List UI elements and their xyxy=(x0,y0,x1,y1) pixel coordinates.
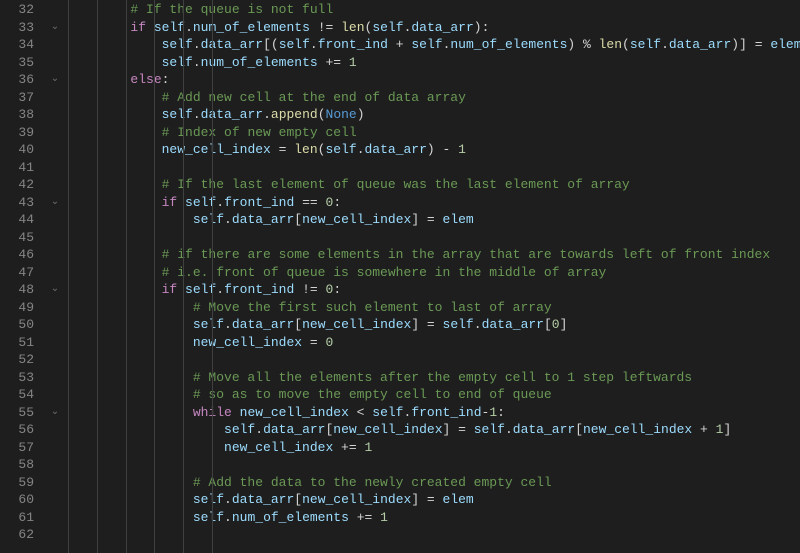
code-line[interactable]: # If the queue is not full xyxy=(68,1,800,19)
code-line[interactable]: new_cell_index = 0 xyxy=(68,334,800,352)
line-number: 59 xyxy=(0,474,34,492)
code-line[interactable]: if self.front_ind != 0: xyxy=(68,281,800,299)
fold-spacer xyxy=(48,176,62,194)
fold-spacer xyxy=(48,229,62,247)
code-line[interactable]: else: xyxy=(68,71,800,89)
code-line[interactable] xyxy=(68,526,800,544)
line-number: 52 xyxy=(0,351,34,369)
code-line[interactable]: self.data_arr[new_cell_index] = self.dat… xyxy=(68,421,800,439)
fold-spacer xyxy=(48,334,62,352)
fold-spacer xyxy=(48,141,62,159)
code-line[interactable]: # Add new cell at the end of data array xyxy=(68,89,800,107)
fold-spacer xyxy=(48,89,62,107)
line-number: 42 xyxy=(0,176,34,194)
code-line[interactable]: while new_cell_index < self.front_ind-1: xyxy=(68,404,800,422)
fold-spacer xyxy=(48,439,62,457)
code-line[interactable]: self.num_of_elements += 1 xyxy=(68,509,800,527)
code-line[interactable]: # i.e. front of queue is somewhere in th… xyxy=(68,264,800,282)
fold-spacer xyxy=(48,509,62,527)
code-area[interactable]: # If the queue is not full if self.num_o… xyxy=(62,0,800,553)
line-number: 60 xyxy=(0,491,34,509)
fold-spacer xyxy=(48,36,62,54)
fold-spacer xyxy=(48,474,62,492)
line-number: 51 xyxy=(0,334,34,352)
line-number: 56 xyxy=(0,421,34,439)
fold-toggle-icon[interactable]: ⌄ xyxy=(48,404,62,422)
fold-toggle-icon[interactable]: ⌄ xyxy=(48,194,62,212)
fold-toggle-icon[interactable]: ⌄ xyxy=(48,71,62,89)
code-line[interactable]: self.data_arr[new_cell_index] = elem xyxy=(68,491,800,509)
code-line[interactable] xyxy=(68,229,800,247)
line-number-gutter: 3233343536373839404142434445464748495051… xyxy=(0,0,48,553)
line-number: 38 xyxy=(0,106,34,124)
code-line[interactable]: # if there are some elements in the arra… xyxy=(68,246,800,264)
code-line[interactable]: # so as to move the empty cell to end of… xyxy=(68,386,800,404)
code-line[interactable]: new_cell_index = len(self.data_arr) - 1 xyxy=(68,141,800,159)
code-line[interactable]: self.data_arr.append(None) xyxy=(68,106,800,124)
fold-spacer xyxy=(48,526,62,544)
code-line[interactable]: self.num_of_elements += 1 xyxy=(68,54,800,72)
code-line[interactable]: self.data_arr[new_cell_index] = self.dat… xyxy=(68,316,800,334)
line-number: 62 xyxy=(0,526,34,544)
fold-spacer xyxy=(48,211,62,229)
fold-spacer xyxy=(48,386,62,404)
line-number: 57 xyxy=(0,439,34,457)
line-number: 53 xyxy=(0,369,34,387)
line-number: 44 xyxy=(0,211,34,229)
line-number: 46 xyxy=(0,246,34,264)
line-number: 40 xyxy=(0,141,34,159)
line-number: 58 xyxy=(0,456,34,474)
code-line[interactable]: # Add the data to the newly created empt… xyxy=(68,474,800,492)
fold-toggle-icon[interactable]: ⌄ xyxy=(48,281,62,299)
fold-spacer xyxy=(48,351,62,369)
code-line[interactable]: # Index of new empty cell xyxy=(68,124,800,142)
code-line[interactable]: if self.num_of_elements != len(self.data… xyxy=(68,19,800,37)
line-number: 43 xyxy=(0,194,34,212)
code-line[interactable] xyxy=(68,456,800,474)
code-line[interactable] xyxy=(68,159,800,177)
code-line[interactable]: self.data_arr[new_cell_index] = elem xyxy=(68,211,800,229)
line-number: 55 xyxy=(0,404,34,422)
fold-gutter: ⌄ ⌄ ⌄ ⌄ ⌄ xyxy=(48,0,62,553)
fold-spacer xyxy=(48,106,62,124)
code-line[interactable]: if self.front_ind == 0: xyxy=(68,194,800,212)
line-number: 54 xyxy=(0,386,34,404)
fold-spacer xyxy=(48,159,62,177)
line-number: 41 xyxy=(0,159,34,177)
fold-spacer xyxy=(48,491,62,509)
fold-spacer xyxy=(48,369,62,387)
fold-toggle-icon[interactable]: ⌄ xyxy=(48,19,62,37)
code-line[interactable]: # Move all the elements after the empty … xyxy=(68,369,800,387)
line-number: 47 xyxy=(0,264,34,282)
line-number: 36 xyxy=(0,71,34,89)
fold-spacer xyxy=(48,299,62,317)
code-line[interactable]: # If the last element of queue was the l… xyxy=(68,176,800,194)
code-editor[interactable]: 3233343536373839404142434445464748495051… xyxy=(0,0,800,553)
line-number: 37 xyxy=(0,89,34,107)
fold-spacer xyxy=(48,421,62,439)
code-line[interactable]: # Move the first such element to last of… xyxy=(68,299,800,317)
line-number: 33 xyxy=(0,19,34,37)
code-line[interactable] xyxy=(68,351,800,369)
fold-spacer xyxy=(48,264,62,282)
line-number: 34 xyxy=(0,36,34,54)
fold-spacer xyxy=(48,246,62,264)
fold-spacer xyxy=(48,1,62,19)
code-line[interactable]: new_cell_index += 1 xyxy=(68,439,800,457)
fold-spacer xyxy=(48,54,62,72)
fold-spacer xyxy=(48,316,62,334)
line-number: 61 xyxy=(0,509,34,527)
line-number: 45 xyxy=(0,229,34,247)
line-number: 50 xyxy=(0,316,34,334)
line-number: 32 xyxy=(0,1,34,19)
line-number: 48 xyxy=(0,281,34,299)
line-number: 35 xyxy=(0,54,34,72)
fold-spacer xyxy=(48,124,62,142)
fold-spacer xyxy=(48,456,62,474)
line-number: 49 xyxy=(0,299,34,317)
code-line[interactable]: self.data_arr[(self.front_ind + self.num… xyxy=(68,36,800,54)
line-number: 39 xyxy=(0,124,34,142)
